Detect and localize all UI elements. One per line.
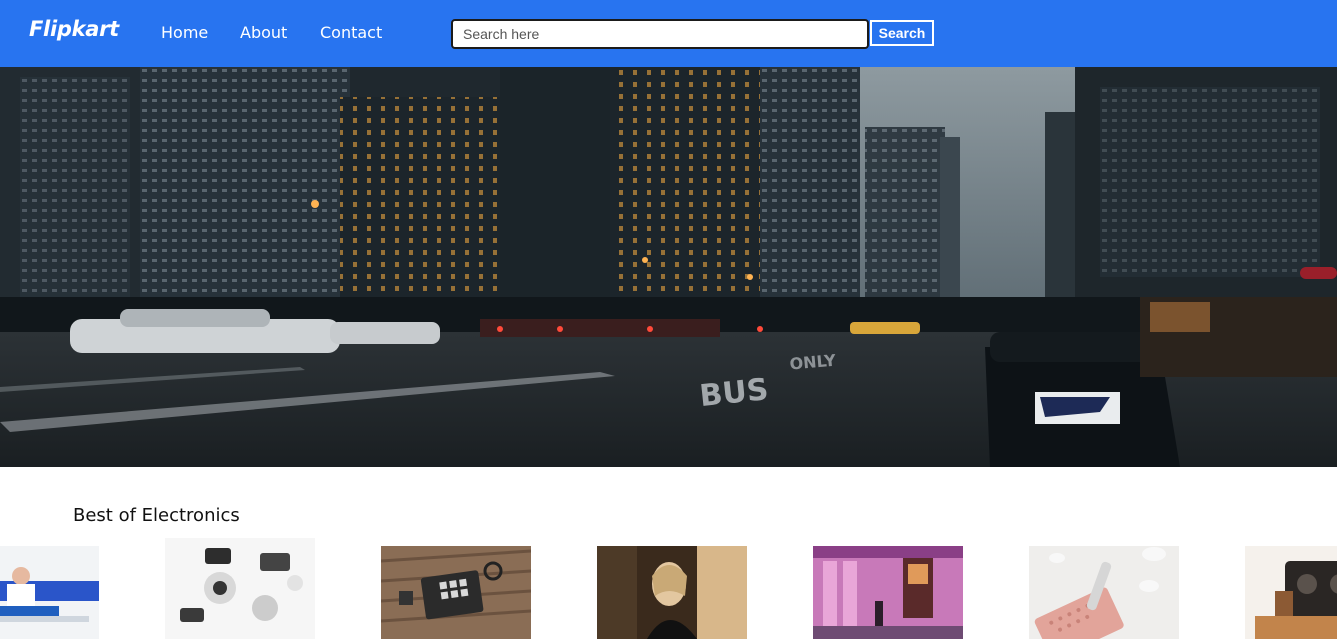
brand-logo[interactable]: Flipkart <box>29 17 119 41</box>
search-input[interactable] <box>451 19 869 49</box>
nav-link-about[interactable]: About <box>240 23 287 42</box>
hero-image: BUS ONLY <box>0 67 1337 467</box>
section-title: Best of Electronics <box>73 505 240 526</box>
search-button[interactable]: Search <box>870 20 934 46</box>
hero-banner: BUS ONLY <box>0 67 1337 467</box>
product-image <box>597 546 747 639</box>
product-image <box>1245 546 1337 639</box>
nav-link-home[interactable]: Home <box>161 23 208 42</box>
road-marking-bus: BUS <box>698 372 770 414</box>
road-marking-only: ONLY <box>789 351 837 374</box>
product-card[interactable] <box>381 546 531 639</box>
product-image <box>381 546 531 639</box>
product-image <box>1029 546 1179 639</box>
product-image <box>0 546 99 639</box>
product-card[interactable] <box>165 538 315 639</box>
product-card[interactable] <box>597 546 747 639</box>
navbar: Flipkart Home About Contact Search <box>0 0 1337 67</box>
product-card[interactable] <box>1029 546 1179 639</box>
product-card[interactable] <box>0 546 99 639</box>
product-card[interactable] <box>813 546 963 639</box>
nav-link-contact[interactable]: Contact <box>320 23 382 42</box>
product-image <box>165 538 315 639</box>
product-card[interactable] <box>1245 546 1337 639</box>
product-image <box>813 546 963 639</box>
